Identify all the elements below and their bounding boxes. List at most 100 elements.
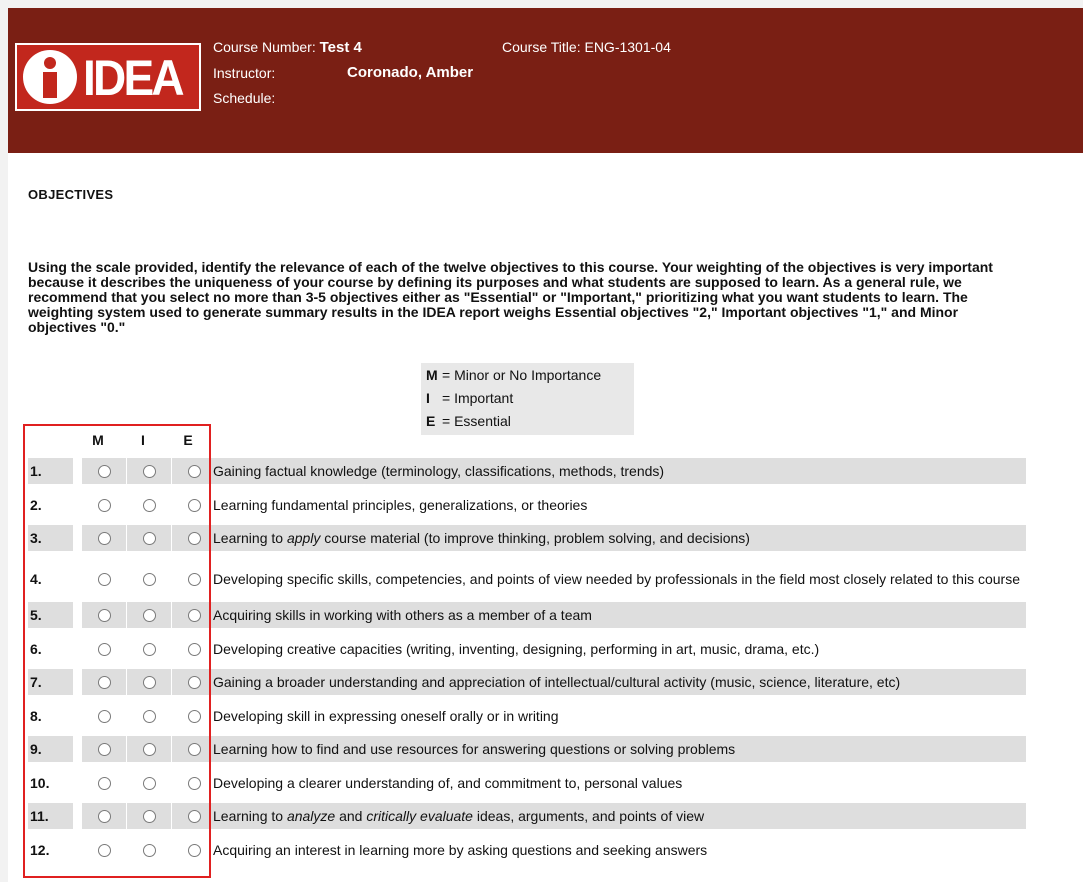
radio-cell-m [82,669,126,695]
radio-e-4[interactable] [187,572,201,586]
radio-m-2[interactable] [97,498,111,512]
objective-row: 2. Learning fundamental principles, gener… [28,492,1026,518]
course-number-value: Test 4 [319,39,362,56]
radio-cell-i [127,559,171,599]
radio-m-11[interactable] [97,809,111,823]
radio-e-12[interactable] [187,843,201,857]
radio-i-4[interactable] [142,572,156,586]
radio-i-1[interactable] [142,464,156,478]
schedule-label: Schedule: [213,90,276,106]
radio-m-12[interactable] [97,843,111,857]
objective-text: Developing skill in expressing oneself o… [213,707,559,724]
radio-m-3[interactable] [97,531,111,545]
radio-i-3[interactable] [142,531,156,545]
objective-row: 10. Developing a clearer understanding of… [28,770,1026,796]
radio-e-10[interactable] [187,776,201,790]
radio-m-7[interactable] [97,675,111,689]
radio-cell-i [127,703,171,729]
radio-e-11[interactable] [187,809,201,823]
radio-e-3[interactable] [187,531,201,545]
course-title: Course Title: ENG-1301-04 [502,39,671,55]
radio-cell-i [127,636,171,662]
radio-e-7[interactable] [187,675,201,689]
radio-cell-i [127,602,171,628]
idea-logo: IDEA [15,43,201,111]
objective-number: 7. [28,669,73,695]
objective-number: 5. [28,602,73,628]
radio-cell-e [172,559,216,599]
radio-cell-m [82,636,126,662]
radio-i-10[interactable] [142,776,156,790]
radio-cell-m [82,492,126,518]
radio-e-9[interactable] [187,742,201,756]
radio-cell-e [172,492,216,518]
objective-row: 6. Developing creative capacities (writin… [28,636,1026,662]
column-header-i: I [141,432,145,448]
objective-row: 7. Gaining a broader understanding and ap… [28,669,1026,695]
radio-m-6[interactable] [97,642,111,656]
logo-text: IDEA [83,50,185,106]
legend-item: M = Minor or No Importance [426,367,602,383]
objective-text: Gaining a broader understanding and appr… [213,669,1026,695]
objective-row: 11. Learning to analyze and critically ev… [28,803,1026,829]
objective-text: Learning to apply course material (to im… [213,525,1026,551]
objective-number: 3. [28,525,73,551]
radio-cell-m [82,736,126,762]
radio-m-4[interactable] [97,572,111,586]
radio-cell-m [82,559,126,599]
radio-e-5[interactable] [187,608,201,622]
radio-m-1[interactable] [97,464,111,478]
radio-cell-i [127,770,171,796]
radio-cell-i [127,525,171,551]
radio-cell-m [82,837,126,863]
radio-cell-e [172,803,216,829]
objective-number: 4. [30,571,42,587]
objective-number: 1. [28,458,73,484]
radio-cell-e [172,703,216,729]
radio-e-8[interactable] [187,709,201,723]
objective-text: Acquiring skills in working with others … [213,602,1026,628]
objective-row: 3. Learning to apply course material (to … [28,525,1026,551]
objective-text: Learning how to find and use resources f… [213,736,1026,762]
radio-cell-m [82,525,126,551]
radio-cell-i [127,803,171,829]
objective-row: 1. Gaining factual knowledge (terminology… [28,458,1026,484]
objective-number: 6. [30,641,42,657]
radio-e-2[interactable] [187,498,201,512]
radio-m-8[interactable] [97,709,111,723]
instructor-label: Instructor: [213,65,276,81]
objective-text: Acquiring an interest in learning more b… [213,841,708,858]
objective-row: 9. Learning how to find and use resources… [28,736,1026,762]
objective-number: 9. [28,736,73,762]
objective-text: Developing specific skills, competencies… [213,570,1020,587]
radio-i-11[interactable] [142,809,156,823]
course-title-value: ENG-1301-04 [584,39,671,55]
objective-row: 8. Developing skill in expressing oneself… [28,703,1026,729]
radio-i-7[interactable] [142,675,156,689]
radio-i-2[interactable] [142,498,156,512]
radio-cell-e [172,458,216,484]
column-header-e: E [183,432,193,448]
radio-cell-m [82,770,126,796]
radio-e-6[interactable] [187,642,201,656]
radio-cell-i [127,492,171,518]
radio-cell-m [82,458,126,484]
radio-i-12[interactable] [142,843,156,857]
radio-m-5[interactable] [97,608,111,622]
legend-item: E = Essential [426,413,511,429]
header-banner: IDEA Course Number: Test 4 Course Title:… [8,8,1083,153]
radio-i-9[interactable] [142,742,156,756]
radio-cell-e [172,525,216,551]
objective-row: 5. Acquiring skills in working with other… [28,602,1026,628]
radio-i-5[interactable] [142,608,156,622]
radio-m-9[interactable] [97,742,111,756]
radio-i-6[interactable] [142,642,156,656]
objective-text: Learning to analyze and critically evalu… [213,803,1026,829]
objective-number: 2. [30,497,42,513]
info-icon [23,50,77,104]
radio-cell-i [127,458,171,484]
radio-e-1[interactable] [187,464,201,478]
radio-m-10[interactable] [97,776,111,790]
radio-i-8[interactable] [142,709,156,723]
column-header-m: M [92,432,104,448]
